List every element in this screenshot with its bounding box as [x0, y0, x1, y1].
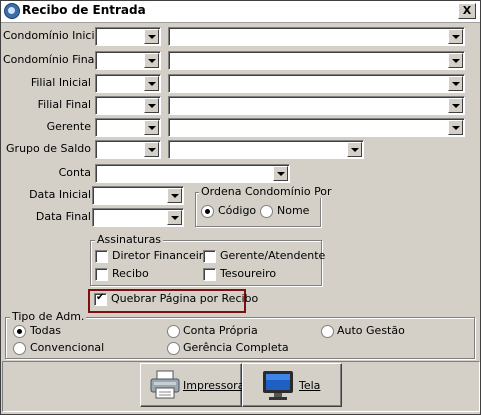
impressora-label: Impressora: [183, 379, 245, 392]
label-grupo-saldo: Grupo de Saldo: [6, 142, 91, 155]
checkbox-recibo[interactable]: [95, 268, 108, 281]
chevron-down-icon[interactable]: [144, 29, 159, 44]
chevron-down-icon[interactable]: [167, 210, 182, 225]
radio-nome[interactable]: [260, 205, 273, 218]
checkbox-quebrar-pagina[interactable]: [94, 292, 107, 306]
checkbox-gerente-atendente[interactable]: [203, 250, 216, 263]
gerente-code-combo[interactable]: [95, 118, 161, 137]
condominio-final-desc-combo[interactable]: [168, 51, 465, 70]
filial-inicial-code-combo[interactable]: [95, 74, 161, 93]
label-data-inicial: Data Inicial: [29, 188, 91, 201]
label-gerente: Gerente: [46, 120, 91, 133]
radio-auto-gestao-label: Auto Gestão: [337, 324, 405, 337]
monitor-icon: [263, 371, 293, 400]
chevron-down-icon[interactable]: [448, 29, 463, 44]
window-title: Recibo de Entrada: [22, 3, 146, 17]
checkbox-diretor-financeiro-label: Diretor Financeiro: [112, 249, 210, 262]
checkbox-gerente-atendente-label: Gerente/Atendente: [220, 249, 326, 262]
condominio-inicial-code-combo[interactable]: [95, 27, 161, 46]
radio-convencional[interactable]: [13, 342, 26, 355]
condominio-inicial-desc-combo[interactable]: [168, 27, 465, 46]
label-conta: Conta: [58, 166, 91, 179]
radio-codigo[interactable]: [201, 205, 214, 218]
chevron-down-icon[interactable]: [144, 98, 159, 113]
condominio-final-code-combo[interactable]: [95, 51, 161, 70]
chevron-down-icon[interactable]: [347, 142, 362, 157]
checkbox-recibo-label: Recibo: [112, 267, 149, 280]
data-inicial-picker[interactable]: [92, 186, 184, 205]
label-data-final: Data Final: [35, 210, 91, 223]
radio-codigo-label: Código: [218, 204, 257, 217]
ordena-title: Ordena Condomínio Por: [199, 185, 334, 198]
chevron-down-icon[interactable]: [144, 53, 159, 68]
grupo-saldo-code-combo[interactable]: [95, 140, 161, 159]
chevron-down-icon[interactable]: [273, 166, 288, 181]
chevron-down-icon[interactable]: [448, 53, 463, 68]
chevron-down-icon[interactable]: [144, 120, 159, 135]
checkbox-tesoureiro-label: Tesoureiro: [220, 267, 277, 280]
close-button[interactable]: X: [458, 3, 476, 19]
radio-todas[interactable]: [13, 325, 26, 338]
data-final-picker[interactable]: [92, 208, 184, 227]
tela-button[interactable]: Tela: [242, 363, 342, 407]
tela-label: Tela: [299, 379, 321, 392]
label-condominio-final: Condomínio Final: [3, 53, 98, 66]
radio-conta-propria-label: Conta Própria: [183, 324, 258, 337]
radio-auto-gestao[interactable]: [321, 325, 334, 338]
checkbox-quebrar-pagina-label: Quebrar Página por Recibo: [111, 292, 259, 305]
gerente-desc-combo[interactable]: [168, 118, 465, 137]
label-condominio-inicial: Condomínio Inicial: [3, 29, 105, 42]
chevron-down-icon[interactable]: [448, 120, 463, 135]
chevron-down-icon[interactable]: [144, 76, 159, 91]
conta-combo[interactable]: [95, 164, 290, 183]
filial-inicial-desc-combo[interactable]: [168, 74, 465, 93]
chevron-down-icon[interactable]: [144, 142, 159, 157]
radio-conta-propria[interactable]: [167, 325, 180, 338]
radio-gerencia-completa[interactable]: [167, 342, 180, 355]
grupo-saldo-desc-combo[interactable]: [168, 140, 364, 159]
app-icon: [4, 3, 20, 19]
radio-convencional-label: Convencional: [30, 341, 105, 354]
filial-final-desc-combo[interactable]: [168, 96, 465, 115]
radio-gerencia-completa-label: Gerência Completa: [183, 341, 289, 354]
filial-final-code-combo[interactable]: [95, 96, 161, 115]
printer-icon: [150, 370, 180, 399]
checkbox-tesoureiro[interactable]: [203, 268, 216, 281]
tipo-adm-title: Tipo de Adm.: [10, 310, 87, 323]
radio-todas-label: Todas: [30, 324, 62, 337]
label-filial-inicial: Filial Inicial: [30, 76, 91, 89]
chevron-down-icon[interactable]: [167, 188, 182, 203]
impressora-button[interactable]: Impressora: [140, 363, 245, 407]
assinaturas-title: Assinaturas: [95, 233, 164, 246]
label-filial-final: Filial Final: [37, 98, 91, 111]
chevron-down-icon[interactable]: [448, 98, 463, 113]
chevron-down-icon[interactable]: [448, 76, 463, 91]
radio-nome-label: Nome: [277, 204, 310, 217]
checkbox-diretor-financeiro[interactable]: [95, 250, 108, 263]
